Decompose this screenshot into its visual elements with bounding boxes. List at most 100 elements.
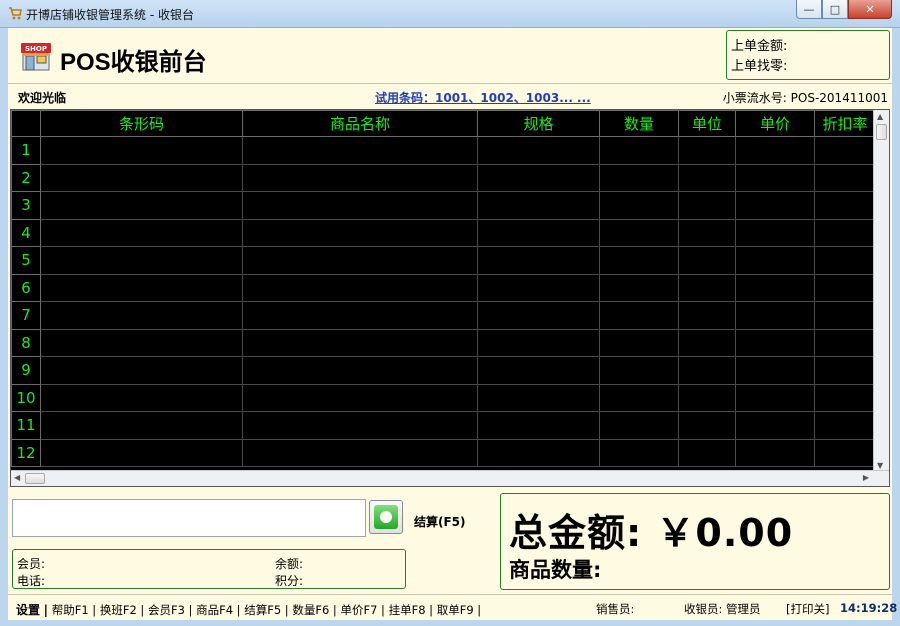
table-cell[interactable] bbox=[477, 136, 600, 165]
maximize-button[interactable]: □ bbox=[822, 0, 848, 19]
table-cell[interactable] bbox=[678, 191, 736, 220]
horizontal-scroll-thumb[interactable] bbox=[25, 473, 45, 484]
table-cell[interactable] bbox=[814, 191, 876, 220]
table-cell[interactable] bbox=[735, 136, 815, 165]
table-cell[interactable] bbox=[735, 273, 815, 302]
table-cell[interactable] bbox=[477, 218, 600, 247]
table-cell[interactable] bbox=[477, 273, 600, 302]
table-cell[interactable] bbox=[735, 356, 815, 385]
table-cell[interactable] bbox=[678, 246, 736, 275]
table-cell[interactable] bbox=[242, 163, 478, 192]
table-cell[interactable] bbox=[242, 246, 478, 275]
table-cell[interactable] bbox=[242, 136, 478, 165]
table-cell[interactable] bbox=[242, 438, 478, 467]
table-cell[interactable] bbox=[599, 411, 679, 440]
table-cell[interactable] bbox=[678, 301, 736, 330]
table-row[interactable]: 9 bbox=[11, 356, 876, 385]
table-cell[interactable] bbox=[735, 438, 815, 467]
table-cell[interactable] bbox=[242, 301, 478, 330]
table-cell[interactable] bbox=[40, 218, 243, 247]
print-toggle[interactable]: [打印关] bbox=[786, 601, 829, 617]
table-cell[interactable] bbox=[477, 328, 600, 357]
table-cell[interactable] bbox=[735, 411, 815, 440]
table-cell[interactable] bbox=[814, 411, 876, 440]
scroll-right-icon[interactable]: ▶ bbox=[863, 473, 869, 482]
table-cell[interactable] bbox=[599, 328, 679, 357]
table-cell[interactable] bbox=[477, 191, 600, 220]
shortcut-product[interactable]: 商品F4 bbox=[196, 603, 233, 617]
table-cell[interactable] bbox=[40, 301, 243, 330]
table-cell[interactable] bbox=[242, 273, 478, 302]
horizontal-scrollbar[interactable]: ◀ ▶ bbox=[11, 470, 889, 486]
confirm-button[interactable] bbox=[369, 500, 403, 534]
scroll-up-icon[interactable]: ▲ bbox=[877, 112, 883, 121]
barcode-input[interactable] bbox=[12, 499, 366, 537]
table-cell[interactable] bbox=[477, 411, 600, 440]
table-cell[interactable] bbox=[242, 328, 478, 357]
sales-grid[interactable]: 条形码 商品名称 规格 数量 单位 单价 折扣率 1 2 3 4 5 6 7 8 9 10 11 12… bbox=[10, 109, 890, 487]
table-cell[interactable] bbox=[814, 136, 876, 165]
column-header[interactable]: 规格 bbox=[477, 110, 600, 137]
shortcut-member[interactable]: 会员F3 bbox=[148, 603, 185, 617]
table-cell[interactable] bbox=[599, 301, 679, 330]
table-row[interactable]: 12 bbox=[11, 438, 876, 467]
shortcut-quantity[interactable]: 数量F6 bbox=[292, 603, 329, 617]
minimize-button[interactable]: — bbox=[796, 0, 822, 19]
table-cell[interactable] bbox=[678, 438, 736, 467]
table-cell[interactable] bbox=[599, 246, 679, 275]
table-cell[interactable] bbox=[735, 191, 815, 220]
table-cell[interactable] bbox=[678, 163, 736, 192]
table-cell[interactable] bbox=[599, 383, 679, 412]
table-cell[interactable] bbox=[814, 328, 876, 357]
table-cell[interactable] bbox=[735, 301, 815, 330]
table-cell[interactable] bbox=[242, 191, 478, 220]
table-row[interactable]: 4 bbox=[11, 218, 876, 247]
table-cell[interactable] bbox=[814, 356, 876, 385]
table-cell[interactable] bbox=[242, 356, 478, 385]
table-cell[interactable] bbox=[599, 163, 679, 192]
scroll-down-icon[interactable]: ▼ bbox=[877, 461, 883, 470]
table-cell[interactable] bbox=[678, 328, 736, 357]
table-cell[interactable] bbox=[599, 356, 679, 385]
table-cell[interactable] bbox=[814, 246, 876, 275]
table-row[interactable]: 1 bbox=[11, 136, 876, 165]
column-header[interactable]: 单位 bbox=[678, 110, 736, 137]
vertical-scrollbar[interactable]: ▲ ▼ bbox=[873, 110, 889, 472]
shortcut-hold[interactable]: 挂单F8 bbox=[389, 603, 426, 617]
settings-button[interactable]: 设置 bbox=[16, 603, 40, 617]
table-cell[interactable] bbox=[40, 438, 243, 467]
table-cell[interactable] bbox=[814, 438, 876, 467]
table-cell[interactable] bbox=[599, 438, 679, 467]
table-cell[interactable] bbox=[678, 411, 736, 440]
table-cell[interactable] bbox=[814, 301, 876, 330]
table-cell[interactable] bbox=[40, 191, 243, 220]
shortcut-help[interactable]: 帮助F1 bbox=[52, 603, 89, 617]
table-cell[interactable] bbox=[814, 383, 876, 412]
table-cell[interactable] bbox=[814, 163, 876, 192]
table-cell[interactable] bbox=[40, 383, 243, 412]
column-header[interactable]: 商品名称 bbox=[242, 110, 478, 137]
table-cell[interactable] bbox=[242, 383, 478, 412]
table-cell[interactable] bbox=[40, 136, 243, 165]
table-cell[interactable] bbox=[735, 328, 815, 357]
table-cell[interactable] bbox=[678, 273, 736, 302]
table-cell[interactable] bbox=[735, 218, 815, 247]
table-cell[interactable] bbox=[599, 136, 679, 165]
table-cell[interactable] bbox=[735, 246, 815, 275]
table-cell[interactable] bbox=[678, 383, 736, 412]
table-row[interactable]: 2 bbox=[11, 163, 876, 192]
shortcut-shift[interactable]: 换班F2 bbox=[100, 603, 137, 617]
table-row[interactable]: 8 bbox=[11, 328, 876, 357]
table-cell[interactable] bbox=[40, 273, 243, 302]
column-header[interactable]: 条形码 bbox=[40, 110, 243, 137]
table-cell[interactable] bbox=[599, 191, 679, 220]
table-cell[interactable] bbox=[814, 273, 876, 302]
settle-button[interactable]: 结算(F5) bbox=[414, 513, 466, 530]
table-row[interactable]: 6 bbox=[11, 273, 876, 302]
table-row[interactable]: 11 bbox=[11, 411, 876, 440]
table-cell[interactable] bbox=[678, 356, 736, 385]
table-cell[interactable] bbox=[477, 438, 600, 467]
table-cell[interactable] bbox=[599, 218, 679, 247]
table-cell[interactable] bbox=[477, 356, 600, 385]
table-cell[interactable] bbox=[40, 411, 243, 440]
